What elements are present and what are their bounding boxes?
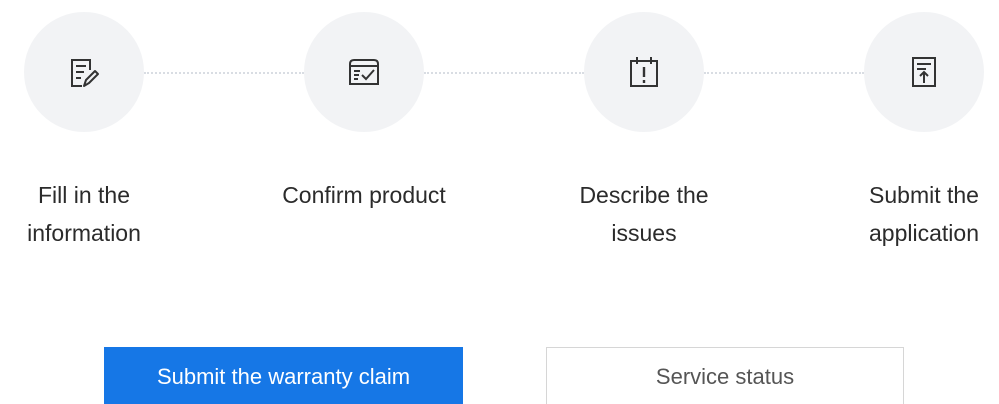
step-2-circle (304, 12, 424, 132)
step-3-circle (584, 12, 704, 132)
step-1-label: Fill in the information (27, 182, 141, 246)
product-check-icon (349, 59, 379, 85)
step-3-label: Describe the issues (579, 182, 709, 246)
step-1-circle (24, 12, 144, 132)
calendar-alert-icon (630, 57, 658, 87)
step-connector (704, 72, 864, 74)
warranty-claim-steps-page: Fill in the information Confirm product … (0, 0, 999, 404)
step-4-label: Submit the application (869, 182, 979, 246)
document-upload-icon (912, 57, 936, 87)
form-edit-icon (71, 59, 99, 87)
step-2-label: Confirm product (282, 182, 446, 208)
step-connector (424, 72, 584, 74)
step-4-circle (864, 12, 984, 132)
step-connector (144, 72, 304, 74)
service-status-button[interactable]: Service status (546, 347, 904, 404)
submit-warranty-claim-button[interactable]: Submit the warranty claim (104, 347, 463, 404)
